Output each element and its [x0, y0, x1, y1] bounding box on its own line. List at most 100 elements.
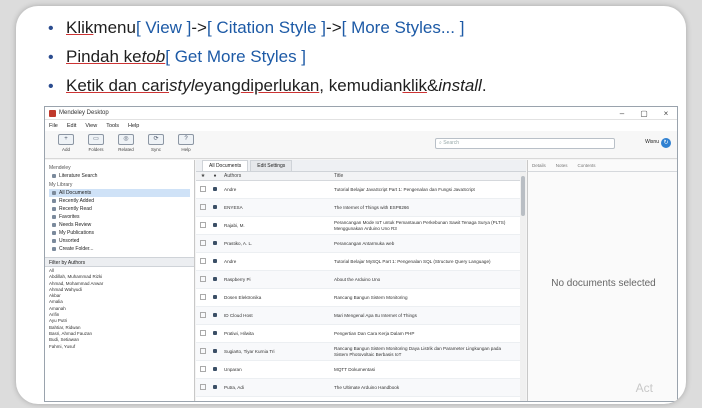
cell-title: The Internet of Things with ESP8266 [334, 204, 409, 210]
filter-heading[interactable]: Filter by Authors [45, 257, 194, 267]
checkbox[interactable] [196, 186, 210, 193]
table-row[interactable]: Pratiwi, Hilwita Pengertian Dan Cara Kerj… [196, 325, 526, 343]
cell-title: Perancangan Mode IoT untuk Pemantauan Pe… [334, 219, 506, 231]
tab-notes[interactable]: Notes [556, 163, 568, 168]
tab-all-documents[interactable]: All Documents [202, 160, 249, 171]
document-scrollbar[interactable] [520, 172, 526, 401]
checkbox[interactable] [196, 276, 210, 283]
minimize-icon[interactable]: – [611, 109, 633, 118]
checkbox[interactable] [196, 384, 210, 391]
instruction-1: • Klik menu [ View ] -> [ Citation Style… [48, 18, 678, 47]
table-row[interactable]: Unparan MQTT Dokumentasi [196, 361, 526, 379]
table-row[interactable]: Rajabi, M. Perancangan Mode IoT untuk Pem… [196, 217, 526, 235]
read-column-icon[interactable]: ● [210, 173, 220, 179]
text: klik [402, 76, 428, 95]
table-row[interactable]: Sugiarto, Tiyar Kurnia Tri Rancang Bangun… [196, 343, 526, 361]
label: Folders [88, 147, 104, 152]
sidebar-item-my-publications[interactable]: My Publications [49, 229, 190, 237]
cell-author: Dosen Elektronika [224, 295, 262, 300]
sidebar-item-create-folder[interactable]: Create Folder... [49, 245, 190, 253]
sync-button[interactable]: ⟳ Sync [141, 134, 171, 152]
search-input[interactable]: ⌕ Search [435, 138, 615, 149]
pdf-icon [210, 349, 220, 354]
label: Add [61, 147, 70, 152]
star-column-icon[interactable]: ★ [196, 173, 210, 179]
sidebar-item-recently-added[interactable]: Recently Added [49, 197, 190, 205]
sync-status-icon[interactable]: ↻ [661, 138, 671, 148]
add-button[interactable]: + Add [51, 134, 81, 152]
column-authors[interactable]: Authors [220, 173, 330, 179]
details-pane: Details Notes Contents No documents sele… [527, 160, 677, 401]
window-controls: – ▢ × [611, 109, 677, 118]
sidebar-item-needs-review[interactable]: Needs Review [49, 221, 190, 229]
checkbox[interactable] [196, 240, 210, 247]
menu-view[interactable]: View [85, 123, 97, 129]
sidebar-item-literature-search[interactable]: Literature Search [49, 172, 190, 180]
menu-help[interactable]: Help [128, 123, 139, 129]
cell-title: Rancang Bangun Sistem Monitoring Daya Li… [334, 345, 502, 357]
menu-file[interactable]: File [49, 123, 58, 129]
bullet-icon: • [48, 20, 54, 37]
library-section: Mendeley Literature Search My Library Al… [45, 160, 194, 253]
text: -> [326, 18, 342, 37]
table-row[interactable]: ID Cloud Host Mari Mengenal Apa Itu Inter… [196, 307, 526, 325]
cell-title: Rancang Bangun Sistem Monitoring [334, 294, 408, 300]
menu-ref: [ Citation Style ] [206, 18, 327, 37]
cell-title: Perancangan Antarmuka web [334, 240, 395, 246]
text: yang [203, 76, 241, 95]
table-header: ★ ● Authors Title [196, 172, 526, 181]
table-row[interactable]: Andre Tutorial Belajar JavaScript Part 1:… [196, 181, 526, 199]
checkbox[interactable] [196, 348, 210, 355]
pdf-icon [210, 205, 220, 210]
checkbox[interactable] [196, 222, 210, 229]
checkbox[interactable] [196, 294, 210, 301]
search-placeholder: Search [443, 140, 460, 146]
instruction-list: • Klik menu [ View ] -> [ Citation Style… [48, 18, 678, 105]
cell-title: Mari Mengenal Apa Itu Internet of Things [334, 312, 417, 318]
tab-details[interactable]: Details [532, 163, 546, 168]
list-item[interactable]: Fahmi, Yusuf [49, 344, 190, 350]
maximize-icon[interactable]: ▢ [633, 109, 655, 118]
cell-author: ID Cloud Host [224, 313, 253, 318]
details-tabs: Details Notes Contents [528, 160, 677, 172]
table-row[interactable]: Putra, Adi The Ultimate Arduino Handbook [196, 379, 526, 397]
sidebar-item-all-documents[interactable]: All Documents [49, 189, 190, 197]
menu-tools[interactable]: Tools [106, 123, 119, 129]
pdf-icon [210, 385, 220, 390]
sidebar-item-unsorted[interactable]: Unsorted [49, 237, 190, 245]
checkbox[interactable] [196, 204, 210, 211]
help-button[interactable]: ? Help [171, 134, 201, 152]
text: & [427, 76, 439, 95]
text: . [481, 76, 487, 95]
sync-icon: ⟳ [148, 134, 164, 145]
scrollbar-thumb[interactable] [521, 176, 525, 216]
column-title[interactable]: Title [330, 173, 510, 179]
pdf-icon [210, 313, 220, 318]
tab-contents[interactable]: Contents [578, 163, 596, 168]
close-icon[interactable]: × [655, 109, 677, 118]
table-row[interactable]: ENYESA The Internet of Things with ESP826… [196, 199, 526, 217]
menu-edit[interactable]: Edit [67, 123, 76, 129]
tab-edit-settings[interactable]: Edit Settings [250, 160, 293, 171]
pdf-icon [210, 367, 220, 372]
table-row[interactable]: Prastiko, A. L. Perancangan Antarmuka web [196, 235, 526, 253]
table-row[interactable]: Dosen Elektronika Rancang Bangun Sistem M… [196, 289, 526, 307]
checkbox[interactable] [196, 258, 210, 265]
folders-button[interactable]: ▭ Folders [81, 134, 111, 152]
pdf-icon [210, 331, 220, 336]
table-row[interactable]: Raspberry Pi About the Arduino Uno [196, 271, 526, 289]
sidebar-item-recently-read[interactable]: Recently Read [49, 205, 190, 213]
table-row[interactable]: Andre Tutorial Belajar MySQL Part 1: Peng… [196, 253, 526, 271]
cell-author: ENYESA [224, 205, 243, 210]
document-rows: Andre Tutorial Belajar JavaScript Part 1:… [196, 181, 526, 397]
checkbox[interactable] [196, 312, 210, 319]
checkbox[interactable] [196, 366, 210, 373]
user-name[interactable]: Wisnu [645, 139, 659, 145]
pdf-icon [210, 241, 220, 246]
checkbox[interactable] [196, 330, 210, 337]
cell-author: Putra, Adi [224, 385, 244, 390]
sidebar-item-favorites[interactable]: Favorites [49, 213, 190, 221]
related-button[interactable]: ◎ Related [111, 134, 141, 152]
text: install [438, 76, 482, 95]
text: tob [141, 47, 166, 66]
